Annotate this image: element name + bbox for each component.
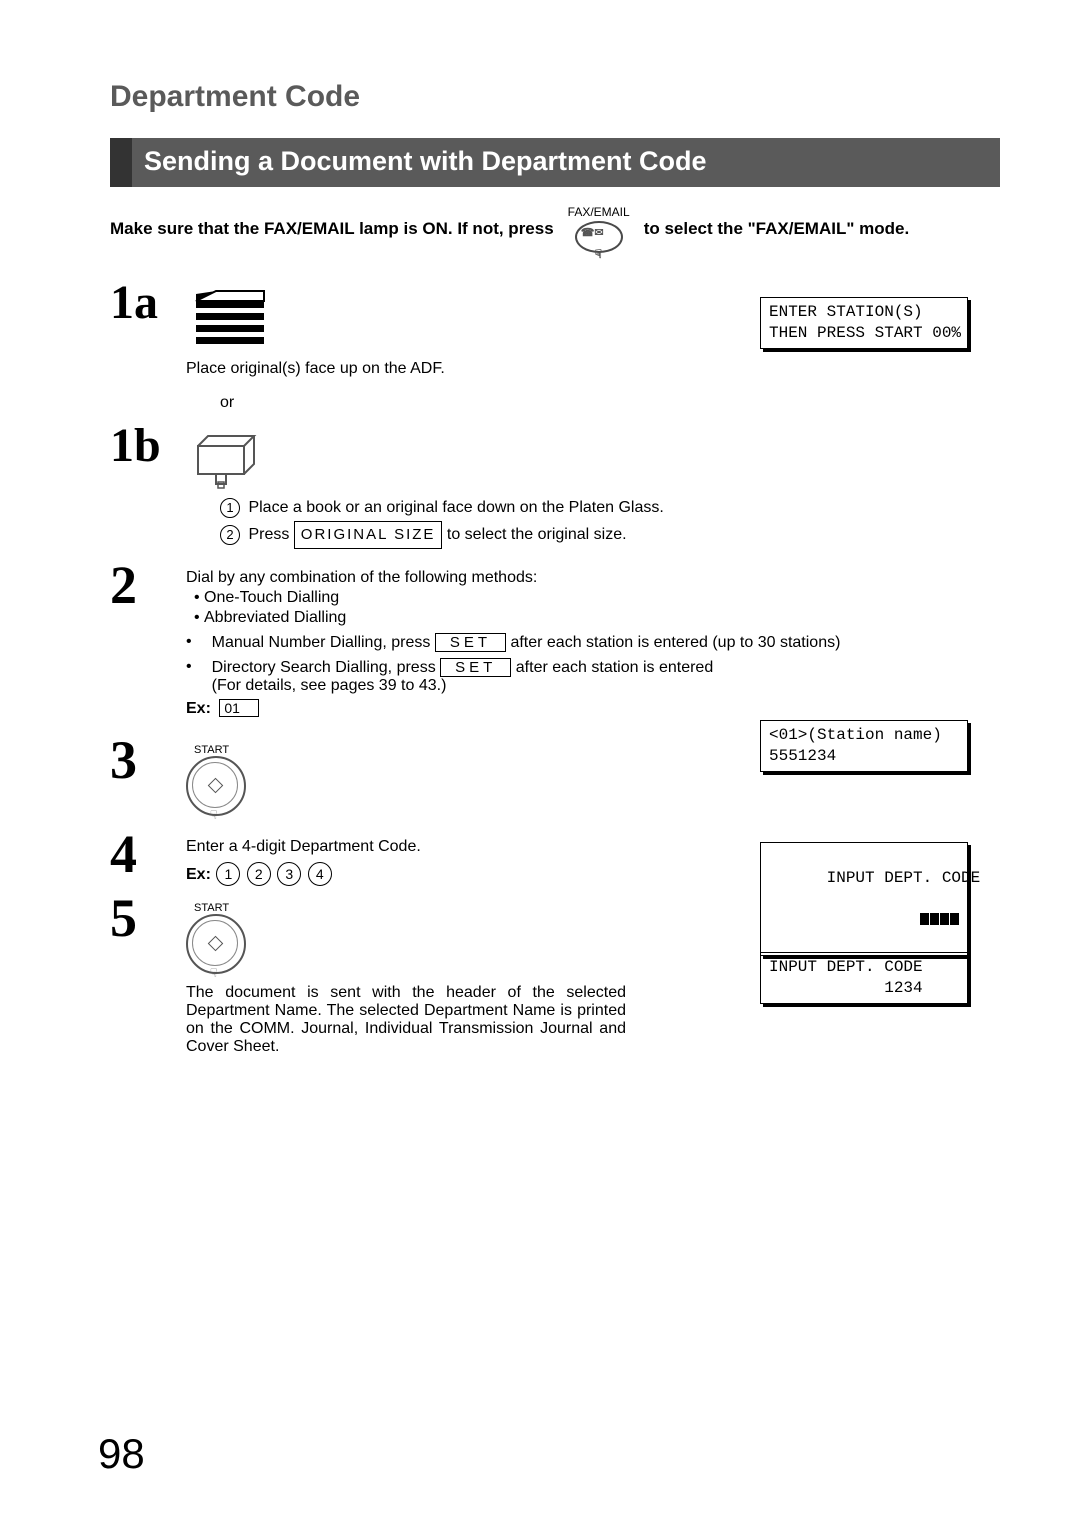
intro-before-text: Make sure that the FAX/EMAIL lamp is ON.… [110, 219, 554, 239]
lcd-display-4: INPUT DEPT. CODE 1234 [760, 952, 968, 1004]
step-number-5: 5 [110, 894, 186, 943]
step-number-1a: 1a [110, 279, 186, 327]
step-2: 2 Dial by any combination of the followi… [110, 561, 1000, 718]
step-2-b3-post: after each station is entered (up to 30 … [506, 634, 840, 651]
step-2-bullet-1: One-Touch Dialling [204, 589, 1000, 607]
dept-digit-3: 3 [277, 862, 301, 886]
substep-2-icon: 2 [220, 525, 240, 545]
dept-digit-4: 4 [308, 862, 332, 886]
step-2-b3-pre: Manual Number Dialling, press [212, 634, 435, 651]
step-1a-caption: Place original(s) face up on the ADF. [186, 360, 1000, 378]
step-2-ex-label: Ex: [186, 700, 211, 717]
step-2-b4-note: (For details, see pages 39 to 43.) [212, 677, 447, 694]
step-2-intro: Dial by any combination of the following… [186, 569, 1000, 587]
step-2-b4-pre: Directory Search Dialling, press [212, 659, 441, 676]
page-number: 98 [98, 1430, 145, 1478]
intro-instruction: Make sure that the FAX/EMAIL lamp is ON.… [110, 205, 1000, 253]
intro-after-text: to select the "FAX/EMAIL" mode. [644, 219, 910, 239]
fax-email-button-icon: FAX/EMAIL ☎✉ ☟ [568, 205, 630, 253]
section-heading: Department Code [110, 80, 1000, 114]
lcd-cursor-icon [919, 909, 959, 930]
lcd-display-3: INPUT DEPT. CODE [760, 842, 968, 956]
substep-1-icon: 1 [220, 498, 240, 518]
step-4-ex-label: Ex: [186, 866, 211, 883]
adf-document-icon [186, 287, 266, 347]
start-button-icon: ☟ [186, 756, 246, 816]
step-5-final-text: The document is sent with the header of … [186, 984, 626, 1056]
set-button-2: SET [440, 658, 511, 677]
platen-glass-icon [186, 430, 1000, 494]
dept-digit-2: 2 [247, 862, 271, 886]
set-button-1: SET [435, 633, 506, 652]
step-number-2: 2 [110, 561, 186, 610]
lcd-display-2: <01>(Station name) 5551234 [760, 720, 968, 772]
step-2-b4-post: after each station is entered [511, 659, 713, 676]
lcd-display-1: ENTER STATION(S) THEN PRESS START 00% [760, 297, 968, 349]
step-number-3: 3 [110, 736, 186, 785]
dept-digit-1: 1 [216, 862, 240, 886]
step-1b-substeps: 1 Place a book or an original face down … [220, 494, 1000, 549]
step-2-ex-value: 01 [219, 699, 259, 717]
original-size-button: ORIGINAL SIZE [294, 521, 443, 549]
step-number-4: 4 [110, 830, 186, 879]
step-1b-line2-post: to select the original size. [442, 526, 626, 543]
lcd-3-line1: INPUT DEPT. CODE [827, 869, 981, 887]
or-separator: or [220, 394, 1000, 412]
start-button-icon-2: ☟ [186, 914, 246, 974]
step-1b-line1: Place a book or an original face down on… [248, 499, 663, 516]
fax-email-label: FAX/EMAIL [568, 205, 630, 219]
page-title-banner: Sending a Document with Department Code [110, 138, 1000, 187]
step-1b: 1b [110, 422, 1000, 494]
step-number-1b: 1b [110, 422, 186, 470]
step-2-bullet-2: Abbreviated Dialling [204, 609, 1000, 627]
step-1b-line2-pre: Press [248, 526, 293, 543]
